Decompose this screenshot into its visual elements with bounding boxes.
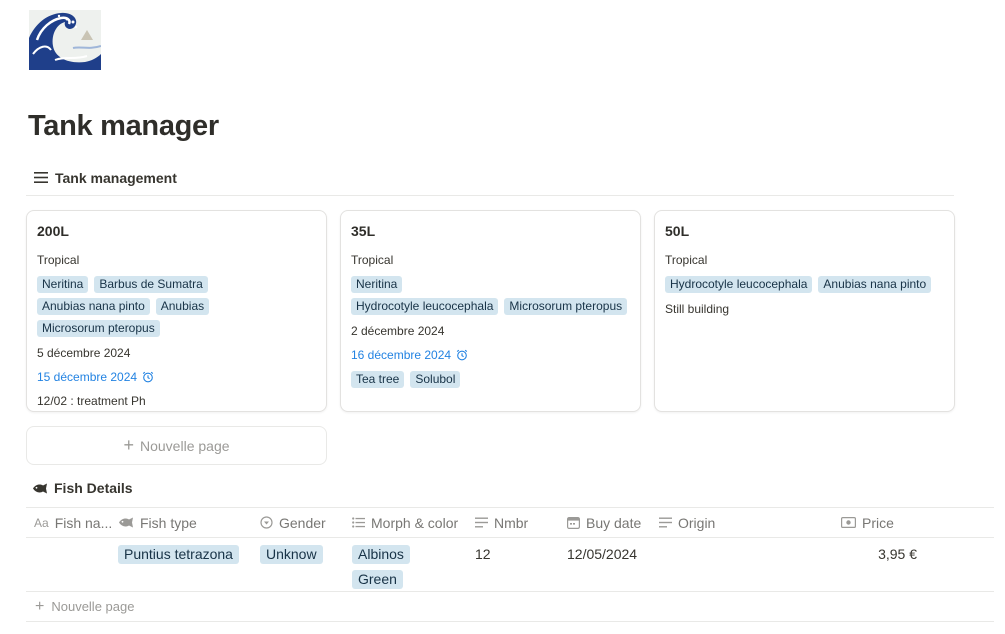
card-date: 5 décembre 2024 [37, 346, 131, 360]
tag: Hydrocotyle leucocephala [665, 276, 813, 293]
cell-origin[interactable] [659, 538, 841, 591]
card-tags: Hydrocotyle leucocephala Microsorum pter… [351, 298, 630, 315]
column-label: Gender [279, 514, 326, 531]
card-date: 2 décembre 2024 [351, 324, 445, 338]
card-title: 50L [665, 223, 690, 239]
alarm-clock-icon [142, 371, 154, 383]
tag: Anubias nana pinto [818, 276, 932, 293]
great-wave-icon[interactable] [29, 10, 101, 70]
new-page-button[interactable]: + Nouvelle page [26, 426, 327, 465]
tag: Neritina [37, 276, 89, 293]
view-label: Fish Details [54, 480, 133, 496]
card-tags: Neritina [351, 276, 630, 293]
column-header-buy-date[interactable]: Buy date [567, 515, 659, 531]
column-header-origin[interactable]: Origin [659, 515, 841, 531]
cell-nmbr[interactable]: 12 [475, 538, 567, 591]
plus-icon: + [35, 597, 45, 615]
card-reminder: 16 décembre 2024 [351, 347, 630, 363]
card-title: 35L [351, 223, 376, 239]
tag: Solubol [410, 371, 461, 388]
reminder-date: 15 décembre 2024 [37, 370, 138, 384]
column-label: Fish type [140, 514, 197, 531]
card-status: Still building [665, 302, 730, 316]
view-label: Tank management [55, 169, 177, 186]
tag: Tea tree [351, 371, 405, 388]
tank-card-200l[interactable]: 200L Tropical Neritina Barbus de Sumatra… [26, 210, 327, 412]
fish-icon [33, 483, 47, 493]
column-header-fish-name[interactable]: Aa Fish na... [26, 515, 118, 531]
column-label: Origin [678, 514, 716, 531]
card-type: Tropical [37, 253, 80, 267]
tag: Albinos [352, 545, 410, 564]
column-header-morph-color[interactable]: Morph & color [352, 515, 475, 531]
column-header-gender[interactable]: Gender [260, 515, 352, 531]
column-header-price[interactable]: Price [841, 515, 941, 531]
view-tab-tank-management[interactable]: Tank management [26, 166, 954, 196]
card-type: Tropical [665, 253, 708, 267]
tank-card-35l[interactable]: 35L Tropical Neritina Hydrocotyle leucoc… [340, 210, 641, 412]
tag: Green [352, 570, 403, 589]
tag: Barbus de Sumatra [94, 276, 208, 293]
reminder-date: 16 décembre 2024 [351, 348, 452, 362]
column-label: Morph & color [371, 514, 459, 531]
cell-morph-color[interactable]: Albinos Green [352, 538, 475, 591]
page-title[interactable]: Tank manager [28, 110, 219, 143]
plus-icon: + [123, 435, 134, 455]
cell-price[interactable]: 3,95 € [841, 538, 941, 591]
tag: Unknow [260, 545, 323, 564]
column-label: Price [862, 514, 894, 531]
cell-buy-date[interactable]: 12/05/2024 [567, 538, 659, 591]
cell-fish-name[interactable] [26, 538, 118, 591]
column-header-fish-type[interactable]: Fish type [118, 515, 260, 531]
select-icon [260, 516, 273, 529]
card-note: 12/02 : treatment Ph [37, 394, 146, 408]
fish-table: Aa Fish na... Fish type Gender Morph & c… [26, 507, 994, 622]
table-row[interactable]: Puntius tetrazona Unknow Albinos Green 1… [26, 538, 994, 592]
card-tags: Hydrocotyle leucocephala Anubias nana pi… [665, 276, 944, 293]
tag: Puntius tetrazona [118, 545, 239, 564]
tag: Anubias [155, 298, 210, 315]
card-title: 200L [37, 223, 69, 239]
money-icon [841, 517, 856, 528]
multi-select-icon [352, 517, 365, 528]
number-icon [475, 517, 488, 528]
column-label: Fish na... [54, 514, 113, 531]
card-reminder: 15 décembre 2024 [37, 369, 316, 385]
table-header: Aa Fish na... Fish type Gender Morph & c… [26, 507, 994, 538]
column-header-nmbr[interactable]: Nmbr [475, 515, 567, 531]
tank-card-50l[interactable]: 50L Tropical Hydrocotyle leucocephala An… [654, 210, 955, 412]
list-icon [34, 172, 48, 183]
text-lines-icon [659, 517, 672, 528]
cell-fish-type[interactable]: Puntius tetrazona [118, 538, 260, 591]
tag: Neritina [351, 276, 403, 293]
tag: Hydrocotyle leucocephala [351, 298, 499, 315]
new-page-label: Nouvelle page [140, 437, 230, 454]
new-row-label: Nouvelle page [51, 599, 135, 614]
fish-icon [119, 517, 133, 528]
card-tags: Neritina Barbus de Sumatra Anubias nana … [37, 276, 316, 337]
view-tab-fish-details[interactable]: Fish Details [32, 480, 133, 496]
card-products: Tea tree Solubol [351, 371, 630, 388]
new-row-button[interactable]: + Nouvelle page [26, 592, 994, 622]
alarm-clock-icon [456, 349, 468, 361]
calendar-icon [567, 516, 580, 529]
tag: Anubias nana pinto [37, 298, 150, 315]
tag: Microsorum pteropus [504, 298, 628, 315]
column-label: Buy date [586, 514, 642, 531]
card-type: Tropical [351, 253, 394, 267]
cell-gender[interactable]: Unknow [260, 538, 352, 591]
column-label: Nmbr [494, 514, 529, 531]
tag: Microsorum pteropus [37, 320, 160, 337]
text-icon: Aa [34, 515, 49, 530]
